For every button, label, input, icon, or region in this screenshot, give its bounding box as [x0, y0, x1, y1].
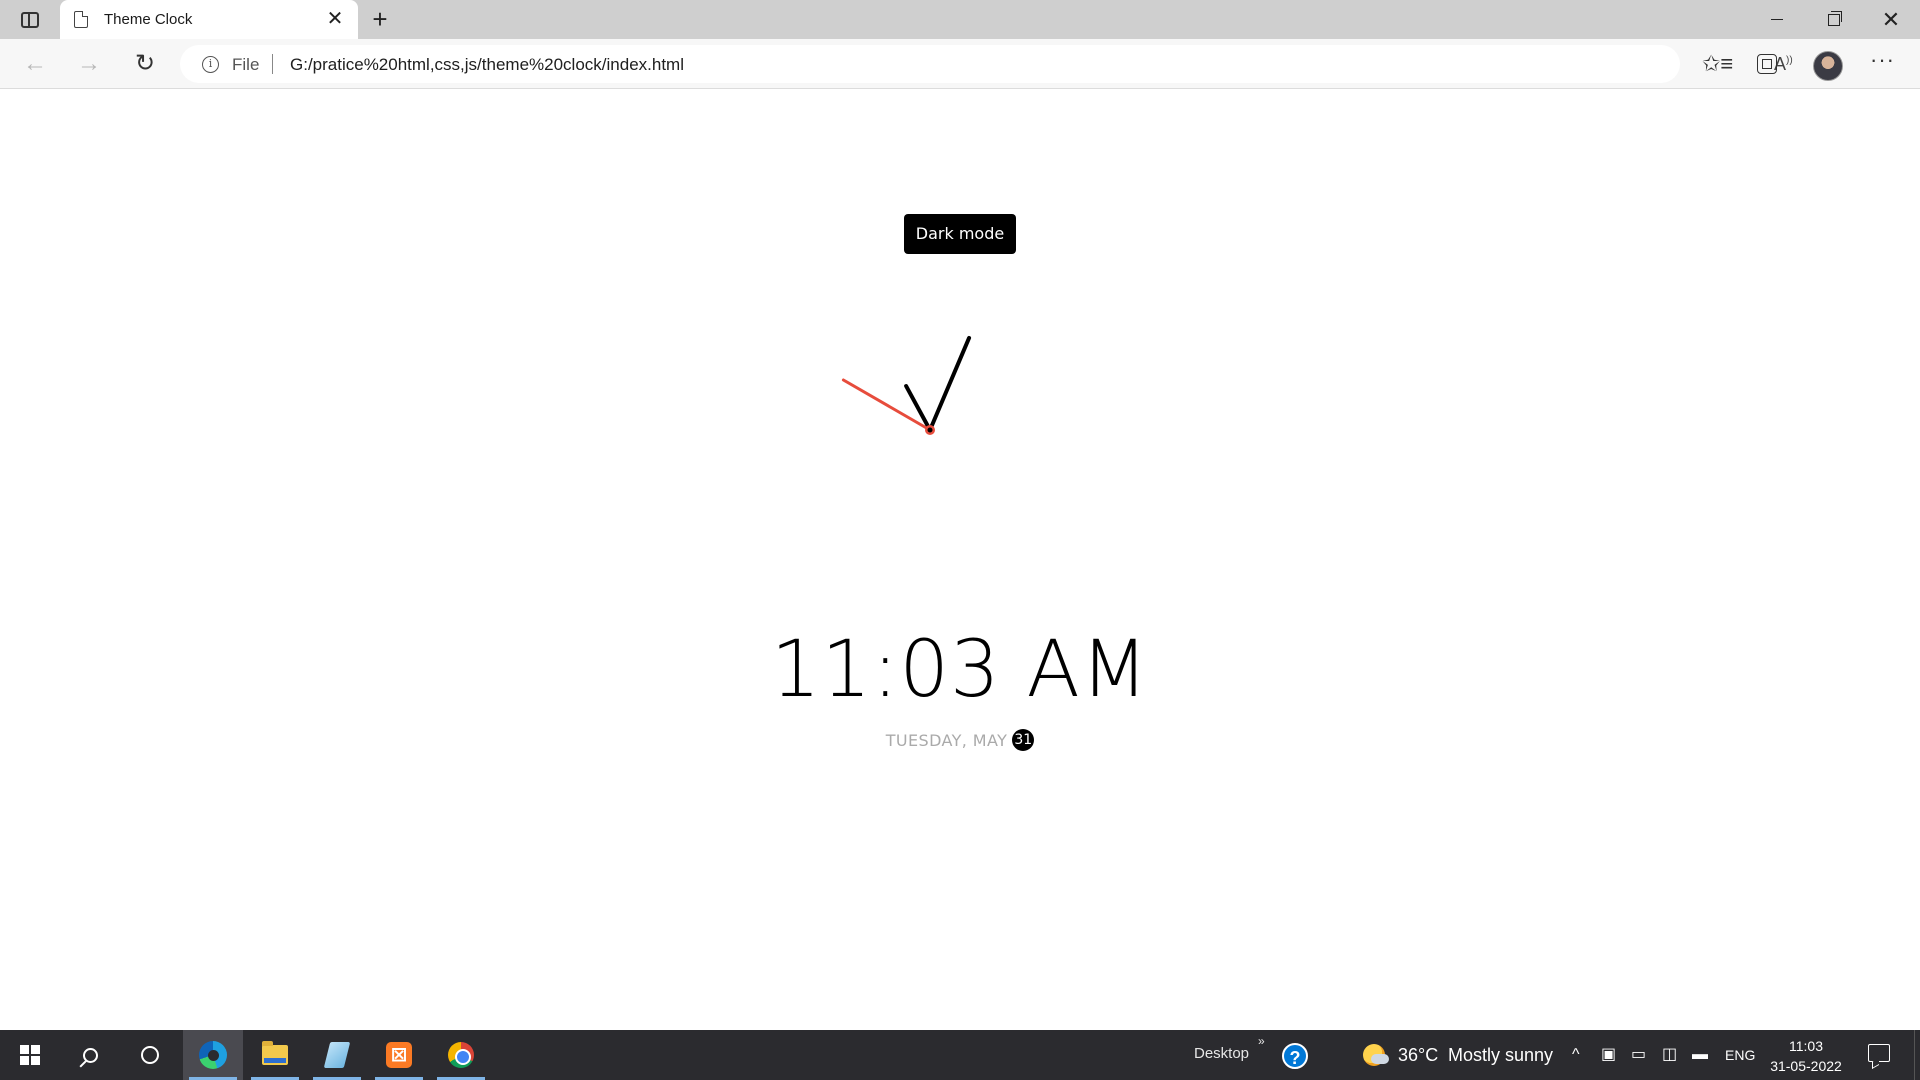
network-icon[interactable]: ▭ — [1631, 1030, 1646, 1080]
page-icon — [74, 11, 88, 28]
address-divider — [272, 54, 273, 74]
desktop-toolbar-label[interactable]: Desktop — [1194, 1029, 1249, 1079]
tab-actions-icon[interactable] — [14, 8, 46, 32]
show-desktop-button[interactable] — [1914, 1030, 1920, 1080]
taskbar-xampp[interactable]: ⊠ — [369, 1030, 429, 1080]
taskbar-clock-date: 31-05-2022 — [1770, 1058, 1842, 1074]
help-icon[interactable]: ? — [1282, 1043, 1308, 1069]
clock-center-core — [927, 427, 933, 433]
meet-now-icon[interactable]: ◫ — [1662, 1030, 1677, 1080]
file-explorer-icon — [262, 1041, 288, 1065]
restore-button[interactable] — [1806, 0, 1862, 39]
taskbar-edge[interactable] — [183, 1030, 243, 1080]
taskbar-paper-app[interactable] — [307, 1030, 367, 1080]
chrome-icon — [448, 1042, 474, 1068]
scheme-label: File — [232, 55, 260, 74]
url-text[interactable]: G:/pratice%20html,css,js/theme%20clock/i… — [290, 55, 684, 75]
forward-arrow-icon[interactable]: → — [74, 50, 104, 78]
date-day-badge: 31 — [1012, 729, 1035, 751]
date-text: TUESDAY, MAY — [885, 730, 1008, 750]
refresh-icon[interactable]: ↻ — [130, 50, 160, 78]
tab-close-icon[interactable]: ✕ — [324, 8, 346, 30]
back-arrow-icon[interactable]: ← — [20, 50, 50, 78]
address-bar[interactable]: i File G:/pratice%20html,css,js/theme%20… — [180, 45, 1840, 83]
taskbar-clock-time: 11:03 — [1789, 1038, 1823, 1054]
battery-icon[interactable]: ▬ — [1692, 1030, 1708, 1080]
cortana-button[interactable] — [120, 1030, 180, 1080]
taskbar: ⊠ Desktop » ? 36°C Mostly sunny ^ ▣ ▭ ◫ … — [0, 1030, 1920, 1080]
search-icon — [82, 1047, 98, 1063]
favorites-icon[interactable]: ✩≡ — [1702, 51, 1733, 77]
tray-overflow-icon[interactable]: ^ — [1572, 1030, 1580, 1080]
weather-condition[interactable]: Mostly sunny — [1448, 1030, 1553, 1080]
search-button[interactable] — [60, 1030, 120, 1080]
tray-app-icon[interactable]: ▣ — [1601, 1030, 1616, 1080]
minute-hand — [928, 335, 972, 432]
taskbar-chrome[interactable] — [431, 1030, 491, 1080]
taskbar-file-explorer[interactable] — [245, 1030, 305, 1080]
info-icon[interactable]: i — [202, 56, 219, 73]
tab-theme-clock[interactable]: Theme Clock ✕ — [60, 0, 358, 39]
browser-tab-strip: Theme Clock ✕ + ✕ — [0, 0, 1920, 39]
taskbar-clock[interactable]: 11:03 31-05-2022 — [1764, 1036, 1848, 1076]
collections-icon[interactable] — [1757, 54, 1777, 74]
notification-center-icon[interactable] — [1868, 1044, 1890, 1062]
digital-time: 11:03 AM — [770, 625, 1150, 715]
paper-app-icon — [323, 1042, 351, 1068]
weather-icon[interactable] — [1363, 1044, 1389, 1066]
tab-title: Theme Clock — [104, 11, 193, 28]
start-icon — [20, 1045, 40, 1065]
date-row: TUESDAY, MAY 31 — [0, 729, 1920, 751]
minimize-button[interactable] — [1749, 0, 1805, 39]
restore-icon — [1828, 10, 1842, 26]
weather-temperature[interactable]: 36°C — [1398, 1030, 1438, 1080]
minimize-icon — [1771, 18, 1783, 21]
analog-clock — [841, 335, 972, 435]
dark-mode-toggle-button[interactable]: Dark mode — [904, 214, 1016, 254]
new-tab-button[interactable]: + — [366, 6, 394, 34]
start-button[interactable] — [0, 1030, 60, 1080]
cortana-icon — [141, 1046, 159, 1064]
toolbar-chevron-icon[interactable]: » — [1258, 1016, 1265, 1066]
xampp-icon: ⊠ — [386, 1042, 412, 1068]
close-window-button[interactable]: ✕ — [1863, 0, 1919, 39]
more-options-icon[interactable]: ··· — [1870, 47, 1895, 73]
page-content: Dark mode 11:03 AM TUESDAY, MAY 31 — [0, 90, 1920, 1030]
profile-avatar[interactable] — [1813, 51, 1843, 81]
close-icon: ✕ — [1881, 6, 1901, 32]
language-indicator[interactable]: ENG — [1725, 1030, 1755, 1080]
browser-toolbar: ← → ↻ i File G:/pratice%20html,css,js/th… — [0, 39, 1920, 89]
edge-icon — [199, 1041, 227, 1069]
